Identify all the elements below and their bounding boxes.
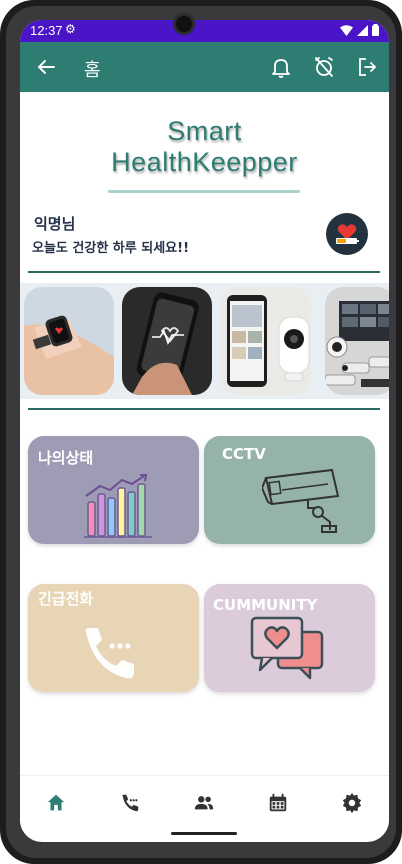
phone-call-icon[interactable] [119,792,141,814]
health-status-avatar[interactable] [326,213,368,255]
screen: 12:37 ⚙ 홈 Smart HealthKeepper 익명님 오늘도 건강… [20,20,389,842]
brand-line-2: HealthKeepper [111,147,298,177]
chat-heart-icon [250,616,324,680]
carousel-slide-cctv[interactable] [325,287,389,395]
back-arrow-icon[interactable] [34,55,58,79]
carousel-slide-phone-heartbeat[interactable] [122,287,212,395]
home-icon[interactable] [45,792,67,814]
logout-icon[interactable] [355,55,379,79]
signal-icon [357,24,368,36]
carousel-slide-home-camera[interactable] [221,287,311,395]
brand-underline [108,190,300,193]
divider-top [28,271,380,273]
divider-bottom [28,408,380,410]
status-time: 12:37 [30,23,63,38]
emergency-call-tile[interactable]: 긴급전화 [28,584,199,692]
community-tile[interactable]: CUMMUNITY [204,584,375,692]
my-status-tile[interactable]: 나의상태 [28,436,199,544]
cctv-tile[interactable]: CCTV [204,436,375,544]
cctv-label: CCTV [222,445,266,463]
wifi-icon [340,24,353,36]
battery-icon [372,24,379,36]
my-status-label: 나의상태 [38,449,94,467]
emergency-call-label: 긴급전화 [38,590,94,608]
bottom-navigation [20,775,389,830]
image-carousel[interactable] [20,283,389,399]
user-name: 익명님 [34,215,76,233]
alarm-off-icon[interactable] [312,55,336,79]
brand-line-1: Smart [167,116,242,146]
phone-call-icon [85,628,134,679]
heart-battery-icon [336,224,359,244]
status-icons [340,24,379,36]
cctv-camera-icon [262,468,340,533]
calendar-icon[interactable] [267,792,289,814]
app-bar: 홈 [20,42,389,92]
greeting-message: 오늘도 건강한 하루 되세요!! [32,241,189,256]
people-icon[interactable] [193,792,215,814]
device-frame: 12:37 ⚙ 홈 Smart HealthKeepper 익명님 오늘도 건강… [0,0,402,864]
carousel-slide-smartwatch[interactable] [24,287,114,395]
settings-icon[interactable] [341,792,363,814]
status-bar: 12:37 ⚙ [20,20,389,42]
settings-status-icon: ⚙ [65,22,76,36]
bar-chart-icon [84,474,152,538]
app-brand-title: Smart HealthKeepper [20,116,389,178]
camera-cutout [173,13,195,35]
page-title: 홈 [84,60,101,81]
home-gesture-bar[interactable] [171,832,237,835]
community-label: CUMMUNITY [213,596,318,614]
bell-icon[interactable] [269,55,293,79]
